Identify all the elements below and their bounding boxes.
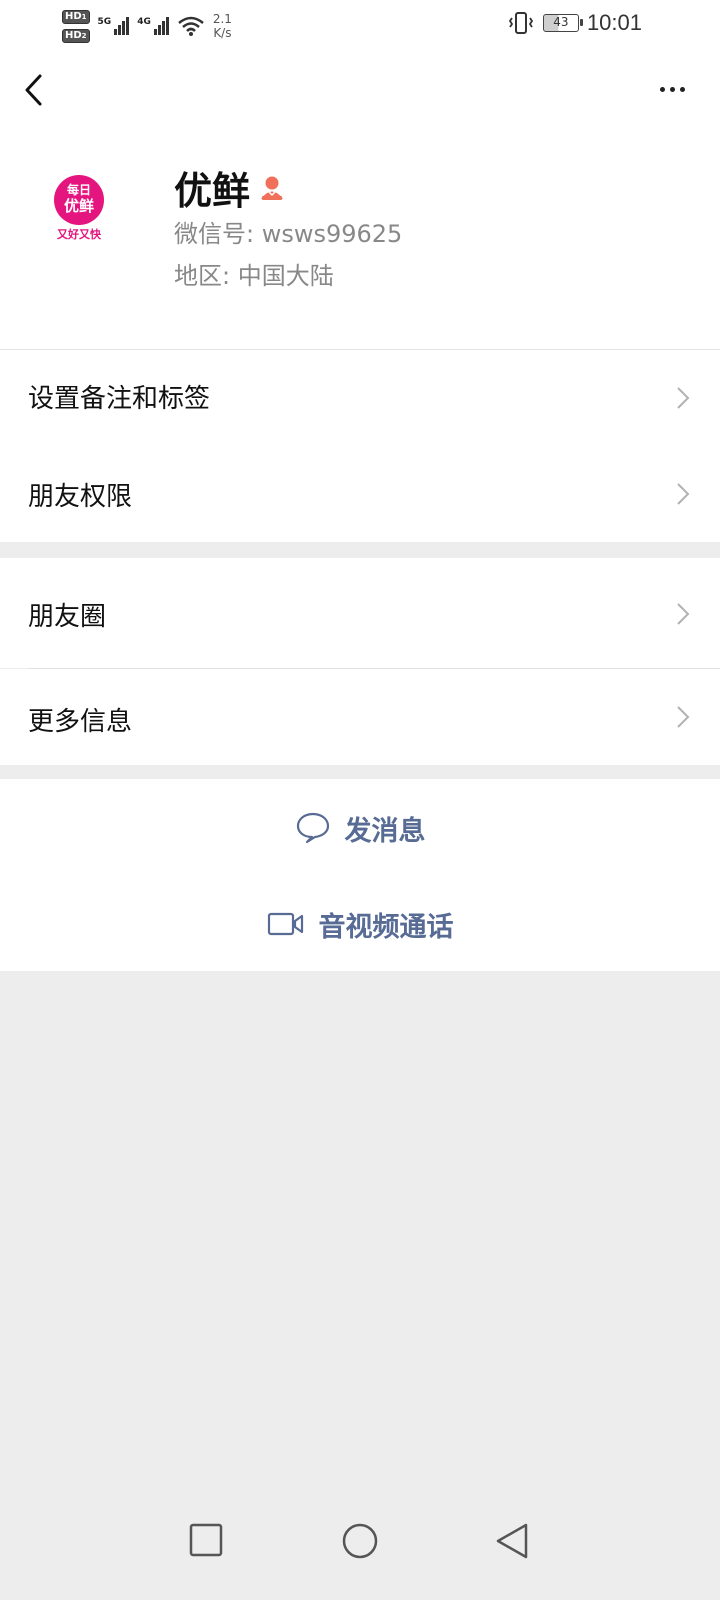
hd2-badge: HD2 (62, 28, 90, 43)
more-dots-icon (659, 86, 665, 92)
video-call-label: 音视频通话 (318, 911, 454, 943)
clock: 10:01 (586, 10, 642, 35)
back-button[interactable] (20, 70, 50, 110)
menu-item-label: 朋友圈 (28, 602, 107, 632)
system-nav-bar (0, 1500, 720, 1600)
chat-bubble-icon (296, 812, 329, 844)
divider (28, 668, 720, 669)
status-left: HD1 HD2 5G 4G 2.1 K/s (62, 6, 232, 46)
avatar-text-main: 优鲜 (64, 197, 94, 215)
avatar-text-bottom: 又好又快 (56, 227, 102, 241)
region: 地区: 中国大陆 (174, 262, 334, 290)
wifi-icon (178, 16, 204, 36)
speed-unit: K/s (213, 26, 232, 40)
chevron-left-icon (25, 74, 42, 106)
top-bar (0, 50, 720, 130)
send-message-button[interactable]: 发消息 (0, 800, 720, 856)
chevron-right-icon (677, 387, 690, 409)
network2-label: 4G (137, 17, 151, 27)
menu-item-moments[interactable]: 朋友圈 (0, 558, 720, 668)
youxian-logo: 每日 优鲜 又好又快 (54, 175, 104, 241)
recent-apps-button[interactable] (188, 1522, 224, 1558)
video-call-button[interactable]: 音视频通话 (0, 896, 720, 952)
menu-item-friend-permissions[interactable]: 朋友权限 (0, 446, 720, 542)
status-right: 43 10:01 (507, 10, 642, 36)
send-message-label: 发消息 (344, 815, 426, 847)
menu-item-label: 设置备注和标签 (28, 384, 211, 414)
chevron-right-icon (677, 706, 690, 728)
chevron-right-icon (677, 603, 690, 625)
contact-name: 优鲜 (174, 169, 251, 213)
avatar-text-top: 每日 (67, 182, 91, 197)
speed-value: 2.1 (212, 12, 232, 26)
vibrate-icon (508, 12, 534, 34)
wechat-id: 微信号: wsws99625 (174, 220, 403, 248)
signal-icon: 5G (98, 17, 130, 35)
battery-icon: 43 (542, 14, 583, 32)
battery-level: 43 (553, 15, 569, 29)
hd1-badge: HD1 (62, 9, 90, 24)
hd-indicators: HD1 HD2 (62, 9, 90, 43)
name-row: 优鲜 (174, 160, 286, 215)
menu-item-label: 更多信息 (28, 707, 133, 737)
profile-card: 每日 优鲜 又好又快 优鲜 微信号: wsws99625 地区: 中国大陆 (0, 130, 720, 350)
menu-item-label: 朋友权限 (28, 482, 133, 512)
more-options-button[interactable] (652, 74, 692, 104)
chevron-right-icon (677, 483, 690, 505)
status-bar: HD1 HD2 5G 4G 2.1 K/s 43 10:01 (0, 0, 720, 50)
signal-icon-2: 4G (137, 17, 169, 35)
back-nav-button[interactable] (494, 1522, 530, 1560)
menu-item-more-info[interactable]: 更多信息 (0, 669, 720, 765)
video-camera-icon (267, 912, 303, 936)
female-icon (261, 176, 284, 200)
home-button[interactable] (341, 1522, 379, 1560)
network-speed: 2.1 K/s (213, 12, 232, 40)
avatar[interactable]: 每日 优鲜 又好又快 (42, 170, 116, 244)
network1-label: 5G (97, 17, 112, 27)
menu-item-remark-tags[interactable]: 设置备注和标签 (0, 350, 720, 446)
